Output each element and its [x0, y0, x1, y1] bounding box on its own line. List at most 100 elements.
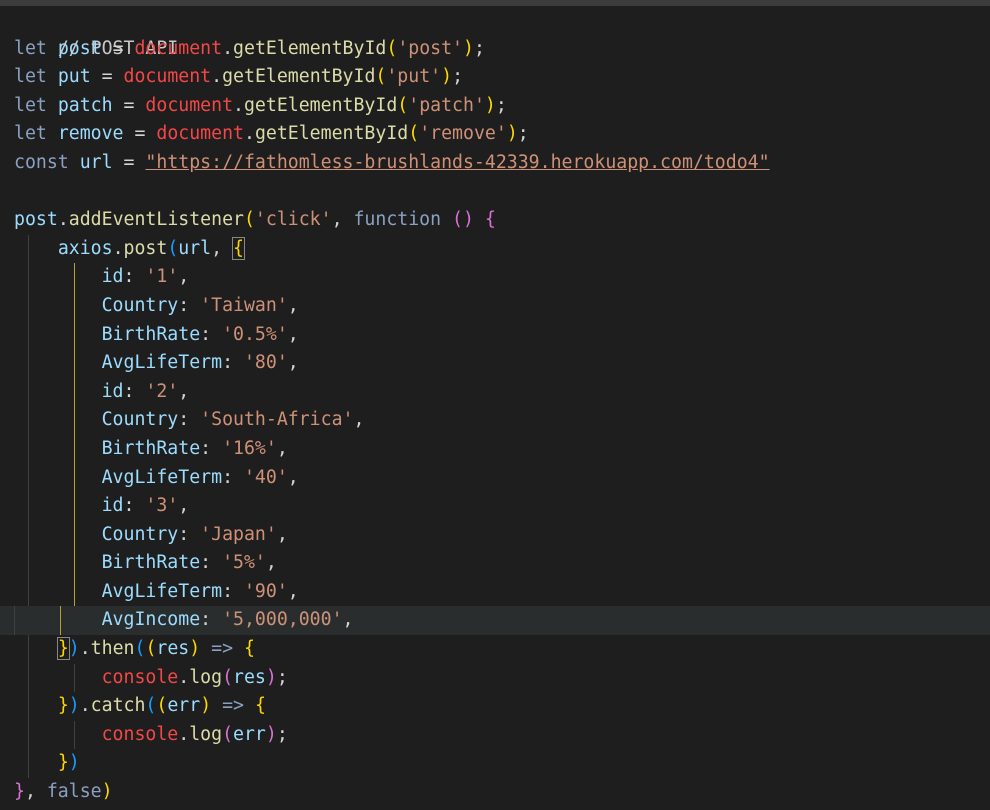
punctuation-token: , — [265, 552, 277, 574]
indent-guide — [28, 291, 29, 321]
punctuation-token: , — [178, 266, 190, 288]
bracket-token: ( — [167, 237, 179, 259]
code-line[interactable]: let patch = document.getElementById('pat… — [14, 92, 990, 121]
punctuation-token: : — [178, 409, 201, 431]
bracket-token: } — [57, 752, 69, 774]
code-line[interactable]: BirthRate: '5%', — [14, 549, 990, 578]
code-line[interactable]: AvgLifeTerm: '80', — [14, 349, 990, 378]
string-token: '90' — [243, 580, 288, 602]
code-line[interactable]: AvgLifeTerm: '40', — [14, 463, 990, 493]
identifier-token: document — [145, 94, 234, 116]
code-line[interactable]: let put = document.getElementById('put')… — [14, 63, 990, 92]
indent-guide-active — [74, 549, 75, 578]
method-token: getElementById — [233, 37, 387, 59]
operator-token: => — [222, 695, 244, 717]
indent-guide — [14, 606, 15, 636]
indent-guide — [74, 720, 75, 750]
code-line[interactable]: }) — [14, 749, 990, 779]
punctuation-token: . — [243, 123, 255, 145]
code-line[interactable]: id: '1', — [14, 263, 990, 292]
code-line[interactable]: AvgIncome: '5,000,000', — [0, 606, 990, 636]
code-line[interactable]: axios.post(url, { — [14, 234, 990, 264]
identifier-token: err — [233, 723, 266, 745]
bracket-token: ) — [265, 723, 277, 745]
bracket-token: ) — [101, 781, 113, 803]
bracket-token: () — [452, 209, 474, 231]
keyword-token: const — [14, 151, 69, 173]
code-line[interactable]: post.addEventListener('click', function … — [14, 206, 990, 235]
string-token: 'click' — [254, 209, 332, 231]
bracket-token: ( — [222, 723, 234, 745]
code-line[interactable]: id: '2', — [14, 377, 990, 407]
punctuation-token: : — [178, 294, 201, 316]
indent-guide — [28, 492, 29, 521]
punctuation-token: : — [178, 523, 201, 545]
identifier-token: res — [233, 666, 266, 688]
code-line[interactable]: Country: 'Taiwan', — [14, 291, 990, 321]
bracket-token: ( — [397, 94, 409, 116]
code-line[interactable] — [14, 178, 990, 207]
url-link[interactable]: "https://fathomless-brushlands-42339.her… — [145, 152, 769, 173]
code-line[interactable]: BirthRate: '0.5%', — [14, 320, 990, 350]
punctuation-token: . — [79, 695, 91, 717]
indent-guide-active — [74, 320, 75, 350]
bracket-token: { — [484, 209, 496, 231]
indent-guide-active — [74, 291, 75, 321]
code-line[interactable]: Country: 'South-Africa', — [14, 406, 990, 435]
punctuation-token: . — [211, 66, 223, 88]
property-key-token: id — [101, 380, 124, 402]
punctuation-token: , — [178, 380, 190, 402]
method-token: getElementById — [222, 66, 376, 88]
keyword-token: let — [14, 123, 47, 145]
code-editor[interactable]: // POST API let post = document.getEleme… — [0, 6, 990, 807]
indent-guide — [28, 406, 29, 435]
punctuation-token: : — [222, 580, 244, 602]
bracket-token: ( — [156, 695, 168, 717]
identifier-token: err — [167, 695, 201, 717]
identifier-token: url — [79, 151, 113, 173]
code-line[interactable]: }).then((res) => { — [14, 635, 990, 664]
punctuation-token: , — [276, 437, 288, 459]
string-token: 'remove' — [419, 123, 507, 145]
method-token: log — [189, 723, 223, 745]
code-line[interactable]: let remove = document.getElementById('re… — [14, 120, 990, 149]
bracket-token: ( — [134, 638, 146, 660]
code-line[interactable]: }, false) — [14, 778, 990, 807]
punctuation-token: , — [24, 781, 36, 803]
identifier-token: post — [14, 209, 58, 231]
code-line[interactable]: Country: 'Japan', — [14, 520, 990, 550]
code-line[interactable]: id: '3', — [14, 492, 990, 521]
code-line[interactable]: console.log(res); — [14, 663, 990, 693]
punctuation-token: , — [353, 409, 365, 431]
indent-guide — [28, 577, 29, 607]
punctuation-token: : — [200, 323, 223, 345]
indent-guide — [28, 635, 29, 664]
code-line[interactable]: // POST API — [14, 6, 990, 59]
bracket-token: ) — [441, 66, 453, 88]
punctuation-token: ; — [276, 723, 288, 745]
code-line[interactable]: AvgLifeTerm: '90', — [14, 577, 990, 607]
code-line[interactable]: let post = document.getElementById('post… — [14, 35, 990, 64]
method-token: catch — [90, 695, 146, 717]
bracket-token: ( — [222, 666, 234, 688]
bracket-token: ) — [484, 94, 496, 116]
punctuation-token: , — [287, 323, 299, 345]
bracket-token: } — [56, 637, 70, 661]
punctuation-token: , — [342, 609, 354, 631]
code-line[interactable]: BirthRate: '16%', — [14, 434, 990, 464]
bracket-token: } — [14, 781, 25, 803]
identifier-token: document — [134, 37, 223, 59]
string-token: '5,000,000' — [222, 609, 343, 631]
punctuation-token: , — [287, 294, 299, 316]
punctuation-token: , — [287, 352, 299, 374]
code-line[interactable]: const url = "https://fathomless-brushlan… — [14, 149, 990, 178]
punctuation-token: ; — [473, 37, 485, 59]
identifier-token: document — [123, 66, 212, 88]
code-line[interactable]: }).catch((err) => { — [14, 692, 990, 721]
indent-guide-active — [60, 606, 61, 636]
identifier-token: post — [57, 37, 102, 59]
property-key-token: id — [101, 266, 124, 288]
indent-guide-active — [74, 463, 75, 493]
string-token: 'put' — [386, 66, 442, 88]
code-line[interactable]: console.log(err); — [14, 720, 990, 750]
